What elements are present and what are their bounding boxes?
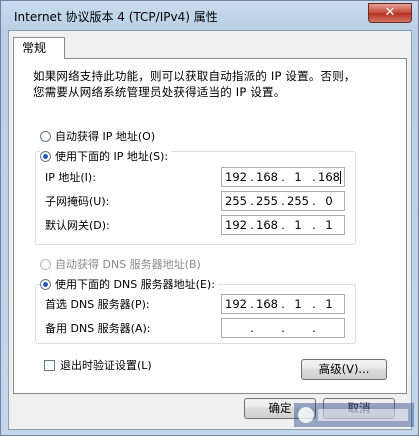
watermark-logo-icon [294,403,414,427]
validate-on-exit-checkbox[interactable]: 退出时验证设置(L) [44,358,152,374]
octet: 255 [225,194,247,208]
close-button[interactable]: ✕ [368,3,412,23]
octet: 1 [325,218,333,232]
default-gateway-input[interactable]: 192 . 168 . 1 . 1 [221,215,345,235]
properties-window: Internet 协议版本 4 (TCP/IPv4) 属性 ✕ 常规 如果网络支… [0,0,419,436]
default-gateway-label: 默认网关(D): [45,219,110,232]
window-title: Internet 协议版本 4 (TCP/IPv4) 属性 [14,10,218,24]
ip-address-input[interactable]: 192 . 168 . 1 . 168 [221,167,345,187]
checkbox-icon [44,360,55,371]
octet: 1 [294,170,302,184]
octet: 1 [294,297,302,311]
octet: 168 [256,170,278,184]
octet: 192 [225,170,247,184]
radio-checked-icon [40,151,51,162]
dns-manual-radio[interactable]: 使用下面的 DNS 服务器地址(E): [40,277,218,293]
advanced-button[interactable]: 高级(V)... [301,359,387,380]
ip-address-label: IP 地址(I): [45,171,96,184]
octet: 1 [325,297,333,311]
alternate-dns-input[interactable]: . . . [221,318,345,338]
octet: 255 [256,194,278,208]
intro-line-2: 您需要从网络系统管理员处获得适当的 IP 设置。 [33,85,286,99]
subnet-mask-input[interactable]: 255 . 255 . 255 . 0 [221,191,345,211]
preferred-dns-label: 首选 DNS 服务器(P): [45,298,150,311]
alternate-dns-label: 备用 DNS 服务器(A): [45,322,151,335]
ip-auto-radio[interactable]: 自动获得 IP 地址(O) [40,129,155,145]
ip-manual-radio[interactable]: 使用下面的 IP 地址(S): [40,149,172,165]
close-icon: ✕ [384,5,396,20]
ip-manual-label: 使用下面的 IP 地址(S): [55,150,169,163]
octet: 1 [294,218,302,232]
intro-text: 如果网络支持此功能，则可以获取自动指派的 IP 设置。否则， 您需要从网络系统管… [33,68,393,100]
octet: 168 [256,297,278,311]
dot: . [250,321,254,335]
validate-on-exit-label: 退出时验证设置(L) [60,359,152,372]
radio-icon [40,259,51,270]
octet: 192 [225,218,247,232]
preferred-dns-input[interactable]: 192 . 168 . 1 . 1 [221,294,345,314]
ip-auto-label: 自动获得 IP 地址(O) [55,130,156,143]
title-bar[interactable]: Internet 协议版本 4 (TCP/IPv4) 属性 ✕ [1,1,418,27]
dns-auto-radio[interactable]: 自动获得 DNS 服务器地址(B) [40,257,201,273]
subnet-mask-label: 子网掩码(U): [45,195,110,208]
octet: 168 [256,218,278,232]
octet: 255 [287,194,309,208]
dot: . [281,321,285,335]
octet: 192 [225,297,247,311]
radio-icon [40,131,51,142]
octet: 0 [325,194,333,208]
dns-auto-label: 自动获得 DNS 服务器地址(B) [55,258,201,271]
tab-general[interactable]: 常规 [13,37,65,59]
radio-checked-icon [40,279,51,290]
intro-line-1: 如果网络支持此功能，则可以获取自动指派的 IP 设置。否则， [33,69,356,83]
text-caret [340,171,341,184]
dns-manual-label: 使用下面的 DNS 服务器地址(E): [55,278,215,291]
dot: . [312,321,316,335]
octet: 168 [318,170,340,184]
ok-button-label: 确定 [268,401,292,415]
